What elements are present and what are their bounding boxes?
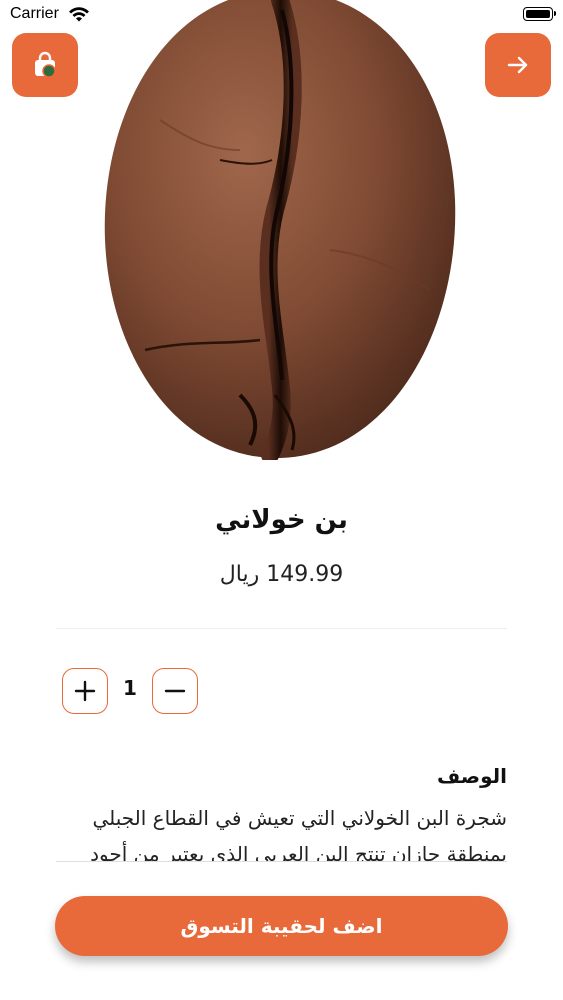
description-heading: الوصف [436, 764, 507, 788]
plus-icon [74, 680, 96, 702]
divider [56, 628, 507, 629]
increase-quantity-button[interactable] [62, 668, 108, 714]
description-scroll-area[interactable]: شجرة البن الخولاني التي تعيش في القطاع ا… [56, 800, 507, 862]
shopping-bag-icon [35, 51, 56, 78]
cart-button[interactable] [12, 33, 78, 97]
battery-icon [523, 7, 556, 21]
description-text: شجرة البن الخولاني التي تعيش في القطاع ا… [90, 806, 507, 862]
arrow-right-icon [507, 56, 528, 74]
minus-icon [164, 689, 186, 693]
product-price: 149.99 ريال [219, 562, 344, 587]
coffee-bean-image [104, 0, 456, 460]
add-to-cart-label: اضف لحقيبة التسوق [180, 914, 383, 938]
back-button[interactable] [485, 33, 551, 97]
decrease-quantity-button[interactable] [152, 668, 198, 714]
product-name: بن خولاني [215, 505, 348, 535]
quantity-value: 1 [123, 676, 137, 700]
add-to-cart-button[interactable]: اضف لحقيبة التسوق [55, 896, 508, 956]
